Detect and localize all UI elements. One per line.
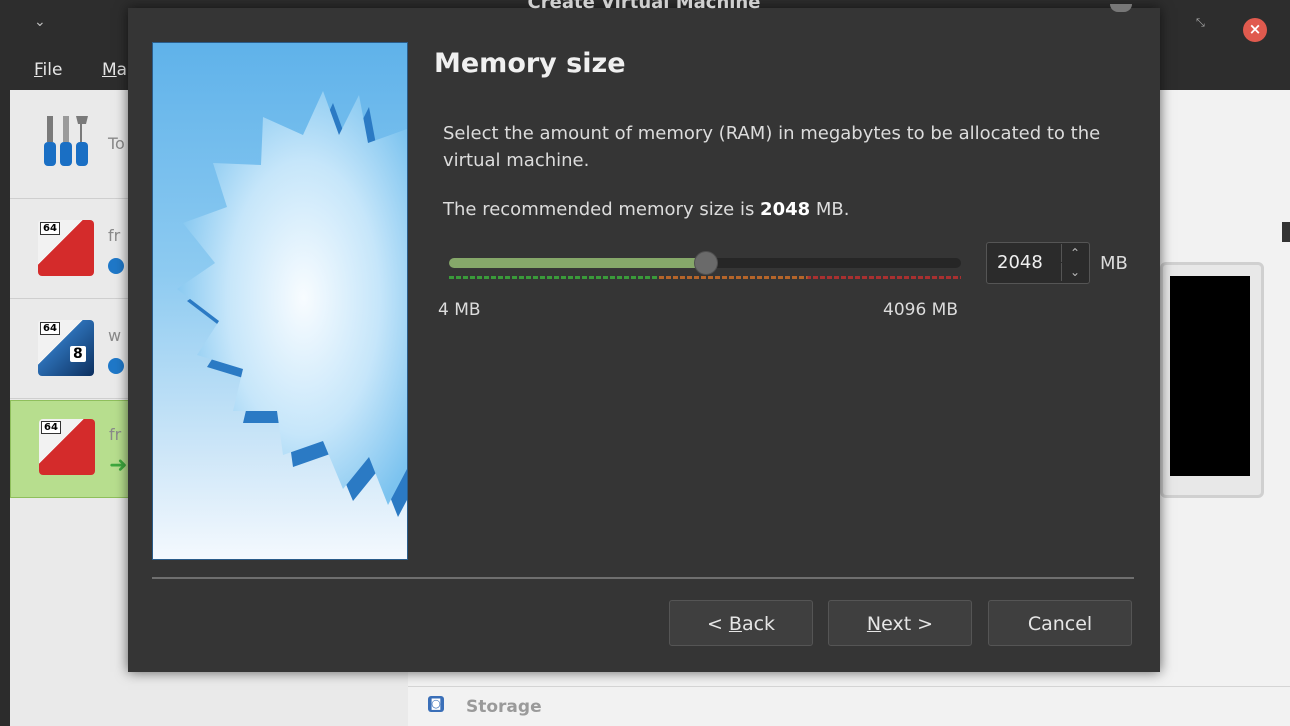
back-button-mnemonic: B — [728, 613, 742, 635]
vm-os-icon: 64 — [38, 220, 94, 276]
vm-version-badge: 8 — [70, 346, 86, 362]
saved-state-arrow-icon: ➜ — [109, 453, 128, 478]
preview-screen — [1170, 276, 1250, 476]
vm-os-icon: 64 — [39, 419, 95, 475]
scrollbar[interactable] — [1282, 222, 1290, 242]
spin-up-icon[interactable]: ⌃ — [1061, 244, 1088, 262]
window-menu-chevron-icon[interactable]: ⌄ — [34, 14, 46, 30]
starburst-icon — [177, 91, 407, 517]
vm-list-tools-label: To — [108, 134, 125, 153]
memory-input[interactable]: 2048 — [997, 252, 1043, 273]
menu-machine[interactable]: Ma — [102, 60, 127, 80]
slider-max-label: 4096 MB — [883, 300, 958, 320]
recommend-prefix: The recommended memory size is — [443, 199, 761, 220]
powered-off-icon — [108, 358, 124, 374]
tools-icon — [44, 116, 88, 166]
vm-64bit-badge: 64 — [40, 322, 60, 335]
vm-64bit-badge: 64 — [40, 222, 60, 235]
details-divider — [408, 686, 1290, 687]
back-button-rest: ack — [741, 613, 776, 635]
memory-slider-fill — [449, 258, 705, 268]
dialog-separator — [152, 577, 1134, 579]
memory-description: Select the amount of memory (RAM) in meg… — [443, 123, 1101, 171]
close-window-icon[interactable]: × — [1243, 18, 1267, 42]
menu-file[interactable]: File — [34, 60, 62, 80]
create-vm-dialog: Create Virtual Machine Memory size Selec… — [128, 0, 1160, 672]
restore-window-icon[interactable]: ⤡ — [1196, 16, 1208, 29]
vm-os-icon: 64 8 — [38, 320, 94, 376]
vm-name: fr — [108, 226, 121, 245]
page-title: Memory size — [434, 48, 626, 79]
storage-section-label[interactable]: Storage — [466, 697, 542, 717]
memory-spinbox[interactable]: 2048 ⌃ ⌄ — [986, 242, 1090, 284]
recommended-memory-text: The recommended memory size is 2048 MB. — [443, 199, 849, 220]
recommend-value: 2048 — [760, 199, 811, 220]
next-button-mnemonic: N — [866, 613, 882, 635]
storage-icon: ◙ — [428, 696, 444, 712]
vm-name: w — [108, 326, 122, 345]
cancel-button[interactable]: Cancel — [988, 600, 1132, 646]
back-button-prefix: < — [706, 613, 729, 635]
wizard-banner-image — [152, 42, 408, 560]
powered-off-icon — [108, 258, 124, 274]
spin-down-icon[interactable]: ⌄ — [1061, 263, 1088, 281]
recommend-suffix: MB. — [810, 199, 850, 220]
dialog-title: Create Virtual Machine — [527, 0, 761, 13]
vm-64bit-badge: 64 — [41, 421, 61, 434]
vm-name: fr — [109, 425, 122, 444]
next-button-rest: ext > — [881, 613, 934, 635]
memory-slider-scale — [449, 276, 961, 279]
slider-min-label: 4 MB — [438, 300, 481, 320]
memory-slider-handle[interactable] — [694, 251, 718, 275]
next-button[interactable]: Next > — [828, 600, 972, 646]
memory-unit-label: MB — [1100, 253, 1128, 274]
back-button[interactable]: < Back — [669, 600, 813, 646]
